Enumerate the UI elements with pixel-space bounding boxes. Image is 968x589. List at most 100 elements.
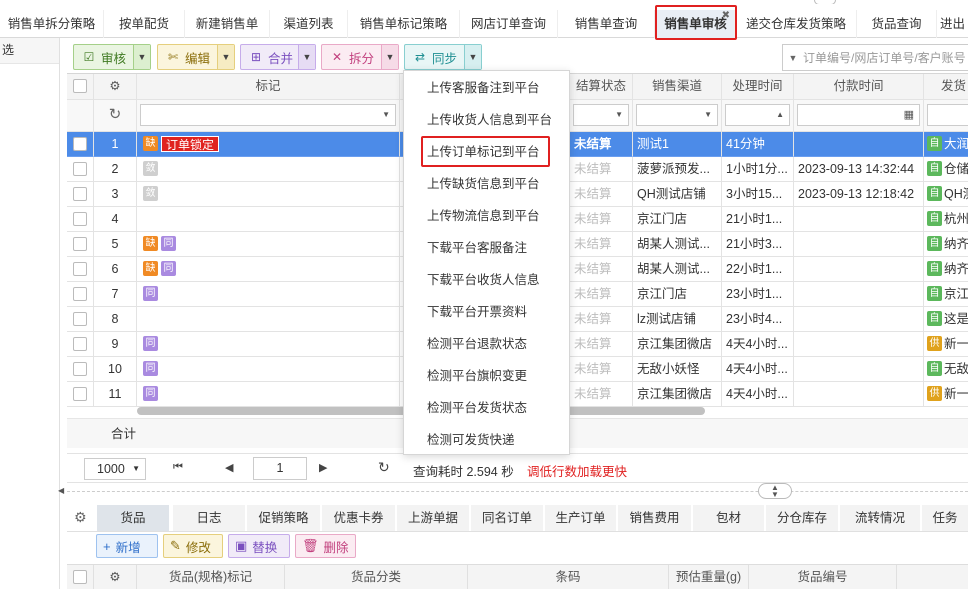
refresh-icon[interactable]: ↻ xyxy=(109,106,122,123)
gear-icon[interactable]: ⚙ xyxy=(109,79,120,93)
tab-sales-order-review[interactable]: 销售单审核 ✖ xyxy=(657,10,735,38)
modify-button[interactable]: ✎ 修改 xyxy=(163,534,223,558)
replace-button[interactable]: ▣ 替换 xyxy=(228,534,290,558)
settle-filter-select[interactable]: ▼ xyxy=(573,104,629,126)
collapse-left-icon[interactable]: ◀ xyxy=(58,486,64,495)
add-button[interactable]: + 新增 xyxy=(96,534,158,558)
row-checkbox[interactable] xyxy=(73,262,87,276)
sync-button[interactable]: ⇄ 同步 ▼ xyxy=(404,44,482,70)
detail-tab[interactable]: 生产订单 xyxy=(545,505,616,531)
ship-filter[interactable] xyxy=(927,104,968,126)
sync-menu-item[interactable]: 检测平台旗帜变更 xyxy=(404,360,569,392)
sync-menu-item[interactable]: 下载平台开票资料 xyxy=(404,296,569,328)
sync-menu-item[interactable]: 上传客服备注到平台 xyxy=(404,72,569,104)
select-all-checkbox[interactable] xyxy=(73,79,87,93)
tab-warehouse-ship-strategy[interactable]: 递交仓库发货策略 xyxy=(736,10,857,38)
sync-menu-item[interactable]: 检测平台发货状态 xyxy=(404,392,569,424)
pay-time-filter[interactable]: ▦ xyxy=(797,104,920,126)
sync-menu-item[interactable]: 下载平台客服备注 xyxy=(404,232,569,264)
detail-column-header[interactable]: 货品(规格)标记 xyxy=(137,565,285,589)
column-header-channel[interactable]: 销售渠道 xyxy=(633,74,722,100)
detail-tab[interactable]: 同名订单 xyxy=(471,505,543,531)
edit-button[interactable]: ✄ 编辑 ▼ xyxy=(157,44,235,70)
tab-sales-mark-strategy[interactable]: 销售单标记策略 xyxy=(348,10,460,38)
merge-dropdown-arrow[interactable]: ▼ xyxy=(298,45,315,69)
detail-column-header[interactable]: 货品编号 xyxy=(749,565,897,589)
merge-button[interactable]: ⊞ 合并 ▼ xyxy=(240,44,316,70)
row-checkbox[interactable] xyxy=(73,287,87,301)
process-time-filter[interactable]: ▲ xyxy=(725,104,790,126)
sync-menu-item[interactable]: 上传收货人信息到平台 xyxy=(404,104,569,136)
tab-sales-split-strategy[interactable]: 销售单拆分策略 xyxy=(0,10,104,38)
column-header-ship[interactable]: 发货 xyxy=(924,74,968,100)
tab-order-picking[interactable]: 按单配货 xyxy=(104,10,185,38)
row-checkbox[interactable] xyxy=(73,337,87,351)
detail-tab[interactable]: 优惠卡券 xyxy=(322,505,395,531)
row-checkbox[interactable] xyxy=(73,237,87,251)
edit-dropdown-arrow[interactable]: ▼ xyxy=(217,45,234,69)
page-number-input[interactable]: 1 xyxy=(253,457,307,480)
detail-tabs: 货品 日志 促销策略 优惠卡券 上游单据 同名订单 生产订单 销售费用 包材 分仓库存 流转情况 任务 xyxy=(67,505,968,532)
sync-menu-item[interactable]: 检测可发货快递 xyxy=(404,424,569,456)
reload-icon[interactable]: ↻ xyxy=(378,459,390,476)
detail-tab[interactable]: 上游单据 xyxy=(397,505,469,531)
column-header-process-time[interactable]: 处理时间 xyxy=(722,74,794,100)
row-checkbox[interactable] xyxy=(73,212,87,226)
row-checkbox[interactable] xyxy=(73,312,87,326)
search-type-dropdown-icon[interactable]: ▼ xyxy=(783,53,803,63)
tab-new-sales-order[interactable]: 新建销售单 xyxy=(185,10,270,38)
order-search-input[interactable]: ▼ 订单编号/网店订单号/客户账号 xyxy=(782,44,968,71)
tab-goods-query[interactable]: 货品查询 xyxy=(857,10,937,38)
split-button[interactable]: ✕ 拆分 ▼ xyxy=(321,44,399,70)
detail-column-header[interactable]: 条码 xyxy=(468,565,669,589)
row-checkbox[interactable] xyxy=(73,162,87,176)
sync-menu-item[interactable]: 检测平台退款状态 xyxy=(404,328,569,360)
tab-shop-order-query[interactable]: 网店订单查询 xyxy=(460,10,558,38)
sync-menu-item[interactable]: 下载平台收货人信息 xyxy=(404,264,569,296)
column-header-pay-time[interactable]: 付款时间 xyxy=(794,74,924,100)
calendar-icon[interactable]: ▦ xyxy=(904,108,914,121)
row-checkbox[interactable] xyxy=(73,187,87,201)
tab-sales-order-query[interactable]: 销售单查询 xyxy=(558,10,655,38)
detail-tab[interactable]: 任务 xyxy=(922,505,968,531)
next-page-icon[interactable]: ▶ xyxy=(319,461,327,474)
sync-menu-item[interactable]: 上传缺货信息到平台 xyxy=(404,168,569,200)
detail-tab[interactable]: 促销策略 xyxy=(247,505,320,531)
row-checkbox-cell xyxy=(67,307,94,332)
split-dropdown-arrow[interactable]: ▼ xyxy=(381,45,398,69)
detail-tab[interactable]: 销售费用 xyxy=(618,505,691,531)
gear-icon[interactable]: ⚙ xyxy=(109,570,120,584)
row-checkbox[interactable] xyxy=(73,362,87,376)
detail-tab[interactable]: 货品 xyxy=(97,505,169,531)
left-filter-item[interactable]: 选 xyxy=(0,38,59,64)
channel-filter-select[interactable]: ▼ xyxy=(636,104,718,126)
review-dropdown-arrow[interactable]: ▼ xyxy=(133,45,150,69)
previous-page-icon[interactable]: ◀ xyxy=(225,461,233,474)
detail-tab[interactable]: 流转情况 xyxy=(840,505,920,531)
first-page-icon[interactable]: ⏮ xyxy=(173,461,183,474)
detail-column-header[interactable]: 货品分类 xyxy=(285,565,468,589)
page-size-select[interactable]: 1000 ▼ xyxy=(84,458,146,480)
detail-tab[interactable]: 分仓库存 xyxy=(766,505,838,531)
review-button[interactable]: ☑ 审核 ▼ xyxy=(73,44,151,70)
panel-splitter[interactable]: ▲ ▼ xyxy=(67,483,968,499)
detail-select-all-checkbox[interactable] xyxy=(73,570,87,584)
tab-in-out[interactable]: 进出 xyxy=(937,10,968,38)
splitter-handle-icon[interactable]: ▲ ▼ xyxy=(758,483,792,499)
detail-column-header[interactable]: 预估重量(g) xyxy=(669,565,749,589)
sync-menu-item[interactable]: 上传物流信息到平台 xyxy=(404,200,569,232)
chevron-down-icon: ▼ xyxy=(704,110,712,119)
mark-filter-select[interactable]: ▼ xyxy=(140,104,396,126)
sync-dropdown-arrow[interactable]: ▼ xyxy=(464,45,481,69)
row-checkbox[interactable] xyxy=(73,137,87,151)
sync-menu-item[interactable]: 上传订单标记到平台 xyxy=(404,136,569,168)
tab-channel-list[interactable]: 渠道列表 xyxy=(270,10,348,38)
delete-button[interactable]: 🗑 删除 xyxy=(295,534,356,558)
row-number: 2 xyxy=(94,157,137,182)
row-checkbox[interactable] xyxy=(73,387,87,401)
detail-tab[interactable]: 日志 xyxy=(173,505,245,531)
column-header-settle[interactable]: 结算状态 xyxy=(570,74,633,100)
detail-tab[interactable]: 包材 xyxy=(693,505,764,531)
close-icon[interactable]: ✖ xyxy=(722,10,730,30)
column-header-mark[interactable]: 标记 xyxy=(137,74,400,100)
